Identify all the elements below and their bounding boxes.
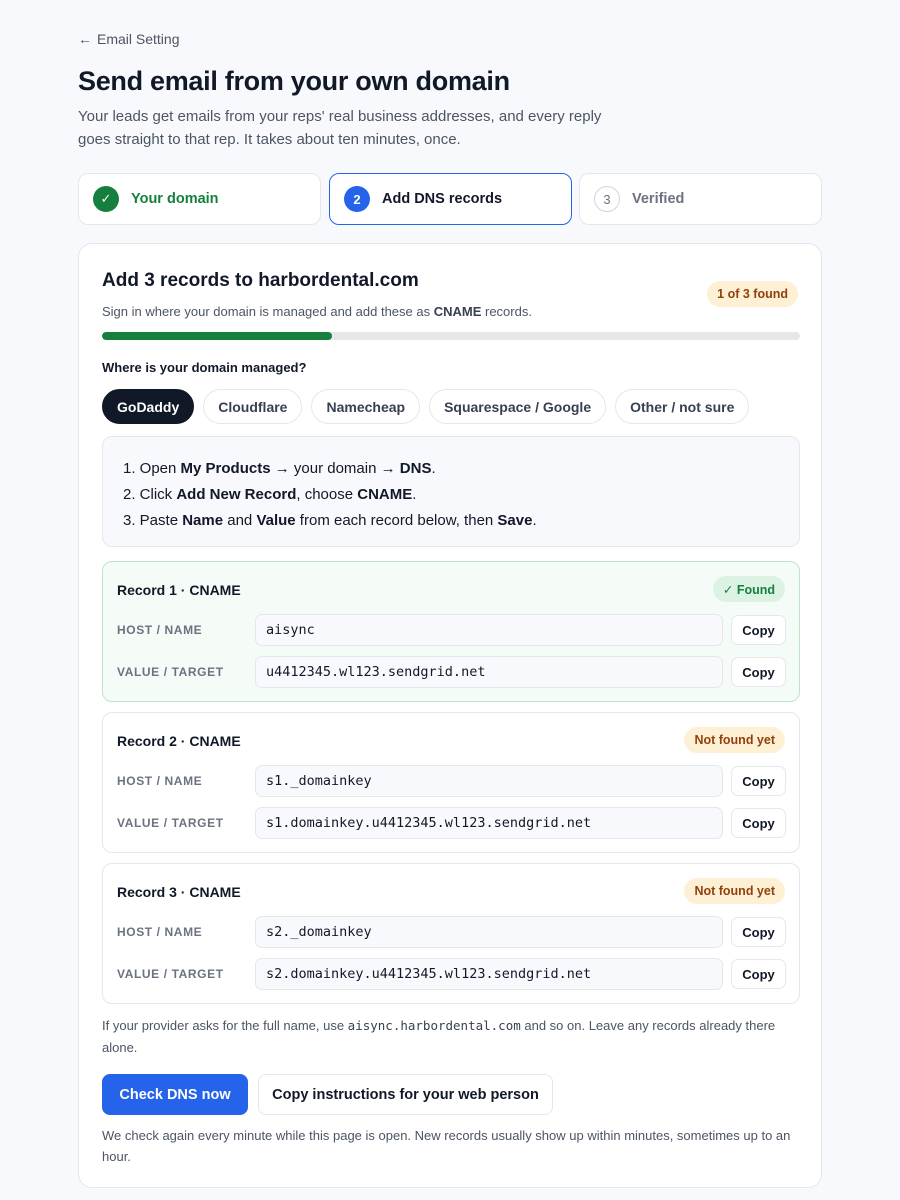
copy-value-button[interactable]: Copy [731, 657, 786, 687]
copy-host-button[interactable]: Copy [731, 615, 786, 645]
page-title: Send email from your own domain [78, 66, 510, 96]
copy-instructions-button[interactable]: Copy instructions for your web person [258, 1074, 553, 1115]
dns-record-3: Record 3 · CNAME Not found yet HOST / NA… [102, 863, 800, 1004]
step-number: 3 [594, 186, 620, 212]
arrow-left-icon: ← [78, 31, 92, 47]
card-subtitle-text: Sign in where your domain is managed and… [102, 304, 434, 319]
provider-cloudflare[interactable]: Cloudflare [203, 389, 303, 424]
copy-host-button[interactable]: Copy [731, 917, 786, 947]
card-subtitle: Sign in where your domain is managed and… [102, 304, 532, 319]
instruction-step: 2. Click Add New Record, choose CNAME. [123, 486, 417, 503]
step-number: 2 [344, 186, 370, 212]
dns-records-card: Add 3 records to harbordental.com Sign i… [78, 243, 822, 1188]
record-title: Record 3 · CNAME [117, 884, 241, 900]
progress-bar [102, 332, 800, 340]
step-label: Add DNS records [382, 191, 503, 207]
host-value-field[interactable]: s2._domainkey [255, 916, 723, 948]
record-status-badge: ✓ Found [712, 576, 785, 602]
copy-value-button[interactable]: Copy [731, 808, 786, 838]
copy-host-button[interactable]: Copy [731, 766, 786, 796]
copy-value-button[interactable]: Copy [731, 959, 786, 989]
value-label: VALUE / TARGET [117, 665, 224, 679]
provider-godaddy[interactable]: GoDaddy [102, 389, 195, 424]
card-subtitle-bold: CNAME [433, 304, 482, 319]
card-subtitle-text: records. [481, 304, 532, 319]
provider-selector: GoDaddy Cloudflare Namecheap Squarespace… [102, 389, 750, 424]
page-subtitle: Your leads get emails from your reps' re… [78, 108, 602, 148]
back-link[interactable]: ← Email Setting [78, 31, 179, 47]
provider-question: Where is your domain managed? [102, 360, 307, 375]
note-text: If your provider asks for the full name,… [102, 1018, 348, 1033]
record-status-badge: Not found yet [684, 878, 785, 904]
host-value-field[interactable]: s1._domainkey [255, 765, 723, 797]
step-your-domain[interactable]: ✓ Your domain [78, 173, 321, 225]
step-label: Verified [632, 191, 685, 207]
target-value-field[interactable]: s2.domainkey.u4412345.wl123.sendgrid.net [255, 958, 723, 990]
progress-fill [102, 332, 333, 340]
back-link-label: Email Setting [97, 31, 180, 47]
full-name-note: If your provider asks for the full name,… [102, 1015, 782, 1059]
full-hostname-code: aisync.harbordental.com [347, 1018, 521, 1033]
host-label: HOST / NAME [117, 623, 203, 637]
provider-instructions: 1. Open My Products → your domain → DNS.… [102, 436, 800, 547]
step-add-dns-records[interactable]: 2 Add DNS records [329, 173, 572, 225]
instruction-step: 1. Open My Products → your domain → DNS. [123, 460, 436, 477]
host-label: HOST / NAME [117, 774, 203, 788]
step-label: Your domain [131, 191, 219, 207]
record-title: Record 2 · CNAME [117, 733, 241, 749]
host-value-field[interactable]: aisync [255, 614, 723, 646]
check-icon: ✓ [93, 186, 119, 212]
target-value-field[interactable]: s1.domainkey.u4412345.wl123.sendgrid.net [255, 807, 723, 839]
stepper: ✓ Your domain 2 Add DNS records 3 Verifi… [78, 173, 822, 225]
record-status-badge: Not found yet [684, 727, 785, 753]
check-dns-button[interactable]: Check DNS now [102, 1074, 248, 1115]
record-title: Record 1 · CNAME [117, 582, 241, 598]
value-label: VALUE / TARGET [117, 816, 224, 830]
recheck-footnote: We check again every minute while this p… [102, 1128, 791, 1164]
dns-record-1: Record 1 · CNAME ✓ Found HOST / NAME ais… [102, 561, 800, 702]
target-value-field[interactable]: u4412345.wl123.sendgrid.net [255, 656, 723, 688]
step-verified: 3 Verified [579, 173, 822, 225]
provider-other[interactable]: Other / not sure [615, 389, 750, 424]
found-count-badge: 1 of 3 found [707, 281, 798, 307]
value-label: VALUE / TARGET [117, 967, 224, 981]
provider-squarespace-google[interactable]: Squarespace / Google [429, 389, 607, 424]
provider-namecheap[interactable]: Namecheap [311, 389, 421, 424]
instruction-step: 3. Paste Name and Value from each record… [123, 512, 537, 529]
dns-record-2: Record 2 · CNAME Not found yet HOST / NA… [102, 712, 800, 853]
host-label: HOST / NAME [117, 925, 203, 939]
card-title: Add 3 records to harbordental.com [102, 270, 419, 291]
